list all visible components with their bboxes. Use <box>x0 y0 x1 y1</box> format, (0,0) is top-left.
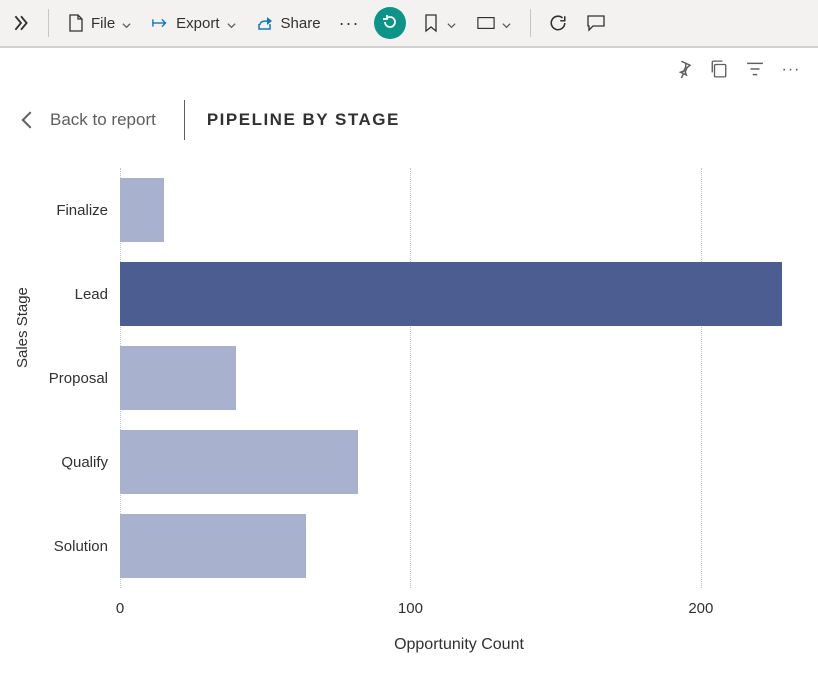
visual-title: PIPELINE BY STAGE <box>207 110 400 130</box>
category-label: Finalize <box>36 202 108 219</box>
ellipsis-icon: ··· <box>339 13 360 34</box>
bookmark-icon <box>422 14 440 32</box>
bar-row[interactable]: Finalize <box>120 178 164 242</box>
chevron-down-icon <box>446 18 457 29</box>
pin-button[interactable] <box>674 61 692 79</box>
toolbar-divider <box>48 9 49 37</box>
toolbar-divider <box>530 9 531 37</box>
bar[interactable] <box>120 514 306 578</box>
bar[interactable] <box>120 346 236 410</box>
share-label: Share <box>281 15 321 32</box>
chevron-down-icon <box>226 18 237 29</box>
visual-action-bar: ··· <box>0 48 818 84</box>
file-menu-button[interactable]: File <box>59 10 140 36</box>
ellipsis-icon: ··· <box>782 61 801 79</box>
x-tick-label: 0 <box>116 600 124 617</box>
app-toolbar: File Export Share ··· <box>0 0 818 48</box>
file-menu-label: File <box>91 15 115 32</box>
back-to-report-button[interactable]: Back to report <box>24 110 184 130</box>
visual-header: Back to report PIPELINE BY STAGE <box>24 100 818 140</box>
rectangle-icon <box>477 14 495 32</box>
reset-icon <box>382 14 398 33</box>
copy-icon <box>710 60 728 81</box>
filter-button[interactable] <box>746 61 764 79</box>
bar-chart: Sales Stage 0100200FinalizeLeadProposalQ… <box>30 168 798 654</box>
reset-button[interactable] <box>374 7 406 39</box>
y-axis-title: Sales Stage <box>14 287 31 368</box>
category-label: Qualify <box>36 454 108 471</box>
header-divider <box>184 100 185 140</box>
grid-line <box>701 168 702 588</box>
refresh-button[interactable] <box>541 10 575 36</box>
chevron-down-icon <box>501 18 512 29</box>
bookmark-menu-button[interactable] <box>414 10 465 36</box>
chevron-left-icon <box>22 112 39 129</box>
export-menu-label: Export <box>176 15 219 32</box>
export-icon <box>152 14 170 32</box>
refresh-icon <box>549 14 567 32</box>
plot-area[interactable]: 0100200FinalizeLeadProposalQualifySoluti… <box>120 168 798 588</box>
copy-button[interactable] <box>710 61 728 79</box>
pin-icon <box>674 60 692 81</box>
share-button[interactable]: Share <box>249 10 329 36</box>
back-label: Back to report <box>50 110 156 130</box>
view-menu-button[interactable] <box>469 10 520 36</box>
expand-ribbon-button[interactable] <box>4 10 38 36</box>
x-axis-title: Opportunity Count <box>120 636 798 654</box>
more-options-button[interactable]: ··· <box>333 11 366 36</box>
grid-line <box>410 168 411 588</box>
comments-button[interactable] <box>579 10 605 36</box>
bar-row[interactable]: Proposal <box>120 346 236 410</box>
bar[interactable] <box>120 262 782 326</box>
visual-more-button[interactable]: ··· <box>782 61 800 79</box>
bar-row[interactable]: Lead <box>120 262 782 326</box>
category-label: Proposal <box>36 370 108 387</box>
category-label: Lead <box>36 286 108 303</box>
category-label: Solution <box>36 538 108 555</box>
bar[interactable] <box>120 178 164 242</box>
x-tick-label: 200 <box>688 600 713 617</box>
bar[interactable] <box>120 430 358 494</box>
bar-row[interactable]: Solution <box>120 514 306 578</box>
x-tick-label: 100 <box>398 600 423 617</box>
comment-icon <box>587 14 605 32</box>
file-icon <box>67 14 85 32</box>
bar-row[interactable]: Qualify <box>120 430 358 494</box>
chevron-down-icon <box>121 18 132 29</box>
share-icon <box>257 14 275 32</box>
double-chevron-right-icon <box>12 14 30 32</box>
export-menu-button[interactable]: Export <box>144 10 244 36</box>
filter-icon <box>746 60 764 81</box>
